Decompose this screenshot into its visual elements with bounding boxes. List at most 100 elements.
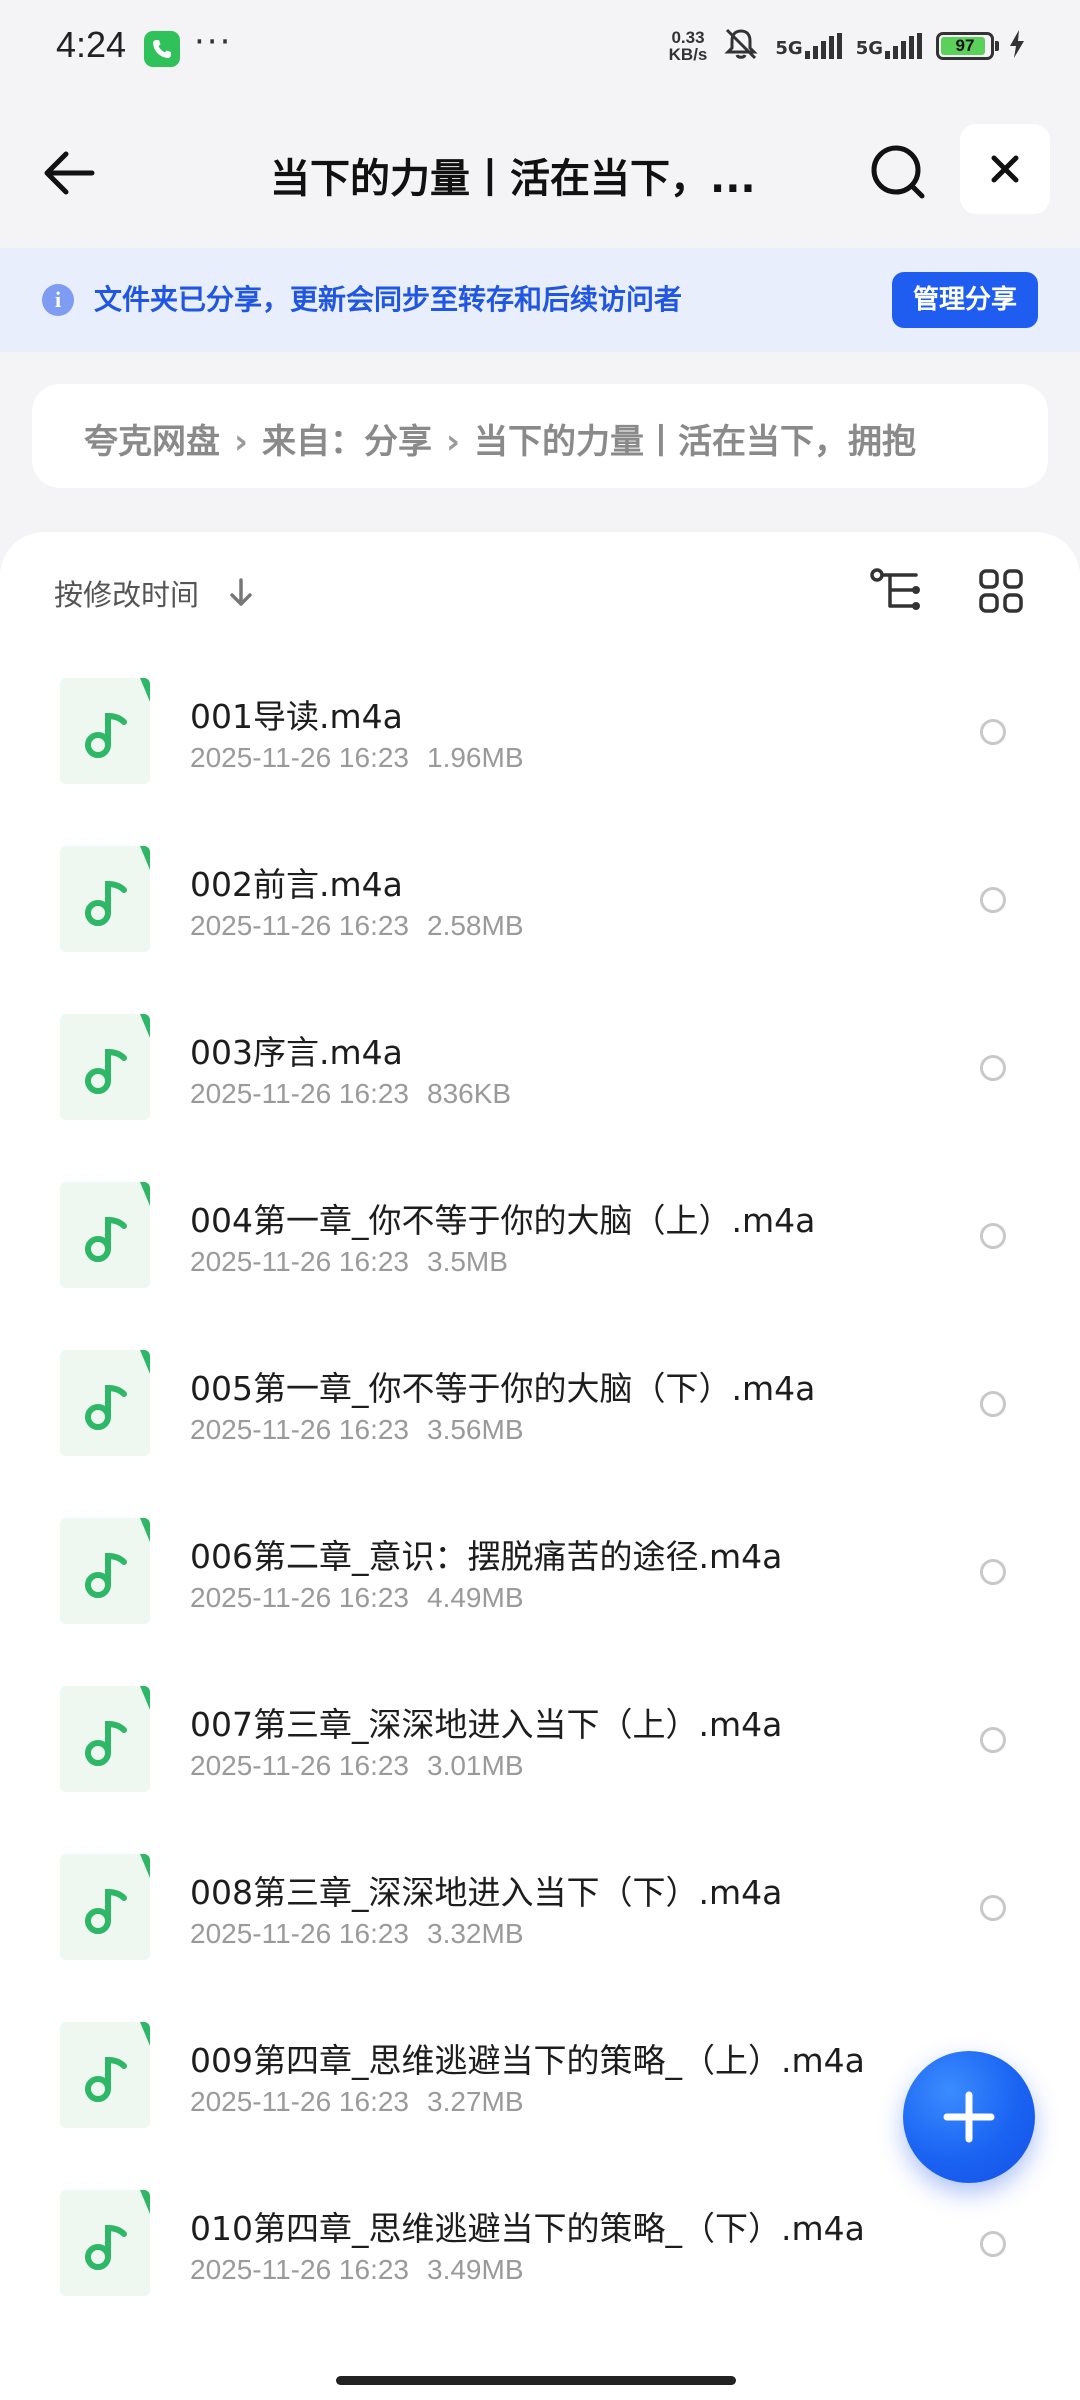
- file-list-item[interactable]: 006第二章_意识：摆脱痛苦的途径.m4a 2025-11-26 16:23 4.…: [0, 1488, 1080, 1656]
- file-meta: 2025-11-26 16:23 4.49MB: [190, 1582, 524, 1614]
- audio-file-icon: [60, 1182, 150, 1288]
- audio-file-icon: [60, 678, 150, 784]
- file-name: 007第三章_深深地进入当下（上）.m4a: [190, 1705, 783, 1744]
- file-meta: 2025-11-26 16:23 3.5MB: [190, 1246, 508, 1278]
- back-button[interactable]: [36, 138, 106, 208]
- file-name: 008第三章_深深地进入当下（下）.m4a: [190, 1873, 783, 1912]
- file-meta: 2025-11-26 16:23 1.96MB: [190, 742, 524, 774]
- file-name: 002前言.m4a: [190, 865, 403, 904]
- info-icon: i: [42, 284, 74, 316]
- file-name: 005第一章_你不等于你的大脑（下）.m4a: [190, 1369, 816, 1408]
- file-meta: 2025-11-26 16:23 3.01MB: [190, 1750, 524, 1782]
- file-size: 4.49MB: [427, 1582, 524, 1613]
- file-name: 006第二章_意识：摆脱痛苦的途径.m4a: [190, 1537, 783, 1576]
- mute-bell-icon: [721, 26, 761, 66]
- breadcrumb-separator: ›: [234, 422, 249, 462]
- sort-selector[interactable]: 按修改时间: [54, 572, 199, 614]
- grid-view-icon[interactable]: [978, 568, 1024, 614]
- signal-icon: 5G: [856, 33, 922, 59]
- file-list-item[interactable]: 005第一章_你不等于你的大脑（下）.m4a 2025-11-26 16:23 3…: [0, 1320, 1080, 1488]
- manage-share-button[interactable]: 管理分享: [892, 272, 1038, 328]
- page-title: 当下的力量丨活在当下，...: [270, 156, 756, 202]
- audio-file-icon: [60, 846, 150, 952]
- audio-file-icon: [60, 1518, 150, 1624]
- file-size: 3.01MB: [427, 1750, 524, 1781]
- select-radio[interactable]: [980, 1391, 1006, 1417]
- file-date: 2025-11-26 16:23: [190, 742, 409, 773]
- top-app-bar: 当下的力量丨活在当下，...: [0, 100, 1080, 250]
- battery-level: 97: [955, 36, 975, 55]
- file-list-item[interactable]: 001导读.m4a 2025-11-26 16:23 1.96MB: [0, 648, 1080, 816]
- audio-file-icon: [60, 1854, 150, 1960]
- file-date: 2025-11-26 16:23: [190, 1414, 409, 1445]
- file-meta: 2025-11-26 16:23 3.27MB: [190, 2086, 524, 2118]
- status-bar: 4:24 ··· 0.33 KB/s 5G 5G 97: [0, 0, 1080, 100]
- file-list-item[interactable]: 010第四章_思维逃避当下的策略_（下）.m4a 2025-11-26 16:2…: [0, 2160, 1080, 2328]
- select-radio[interactable]: [980, 1055, 1006, 1081]
- breadcrumb-item-root[interactable]: 夸克网盘: [84, 422, 220, 462]
- file-meta: 2025-11-26 16:23 3.32MB: [190, 1918, 524, 1950]
- add-button[interactable]: [903, 2051, 1035, 2183]
- close-icon: [991, 155, 1019, 183]
- file-size: 2.58MB: [427, 910, 524, 941]
- select-radio[interactable]: [980, 1223, 1006, 1249]
- share-banner-message: 文件夹已分享，更新会同步至转存和后续访问者: [94, 283, 683, 316]
- net-speed-value: 0.33: [671, 28, 705, 47]
- file-meta: 2025-11-26 16:23 3.56MB: [190, 1414, 524, 1446]
- file-name: 009第四章_思维逃避当下的策略_（上）.m4a: [190, 2041, 865, 2080]
- file-date: 2025-11-26 16:23: [190, 910, 409, 941]
- file-list-item[interactable]: 004第一章_你不等于你的大脑（上）.m4a 2025-11-26 16:23 3…: [0, 1152, 1080, 1320]
- file-date: 2025-11-26 16:23: [190, 2086, 409, 2117]
- file-meta: 2025-11-26 16:23 2.58MB: [190, 910, 524, 942]
- audio-file-icon: [60, 2190, 150, 2296]
- file-list-item[interactable]: 003序言.m4a 2025-11-26 16:23 836KB: [0, 984, 1080, 1152]
- file-list-item[interactable]: 002前言.m4a 2025-11-26 16:23 2.58MB: [0, 816, 1080, 984]
- select-radio[interactable]: [980, 887, 1006, 913]
- file-size: 836KB: [427, 1078, 512, 1109]
- file-size: 1.96MB: [427, 742, 524, 773]
- file-size: 3.27MB: [427, 2086, 524, 2117]
- arrow-left-icon: [44, 151, 95, 195]
- file-name: 001导读.m4a: [190, 697, 403, 736]
- file-list-item[interactable]: 007第三章_深深地进入当下（上）.m4a 2025-11-26 16:23 3.…: [0, 1656, 1080, 1824]
- file-date: 2025-11-26 16:23: [190, 1750, 409, 1781]
- file-list-item[interactable]: 008第三章_深深地进入当下（下）.m4a 2025-11-26 16:23 3.…: [0, 1824, 1080, 1992]
- file-date: 2025-11-26 16:23: [190, 1078, 409, 1109]
- audio-file-icon: [60, 1686, 150, 1792]
- breadcrumb-separator: ›: [446, 422, 461, 462]
- file-name: 004第一章_你不等于你的大脑（上）.m4a: [190, 1201, 816, 1240]
- signal-icon: 5G: [775, 33, 842, 59]
- charging-bolt-icon: [1008, 29, 1026, 63]
- net-speed-unit: KB/s: [668, 45, 708, 64]
- home-indicator[interactable]: [336, 2376, 736, 2385]
- search-icon: [871, 145, 925, 199]
- net-speed: 0.33 KB/s: [669, 29, 708, 63]
- select-radio[interactable]: [980, 1727, 1006, 1753]
- file-date: 2025-11-26 16:23: [190, 1918, 409, 1949]
- sim1-label: 5G: [775, 38, 803, 59]
- file-name: 010第四章_思维逃避当下的策略_（下）.m4a: [190, 2209, 865, 2248]
- select-radio[interactable]: [980, 1559, 1006, 1585]
- file-size: 3.32MB: [427, 1918, 524, 1949]
- file-meta: 2025-11-26 16:23 836KB: [190, 1078, 511, 1110]
- select-radio[interactable]: [980, 719, 1006, 745]
- close-button[interactable]: [960, 124, 1050, 214]
- phone-call-icon: [144, 31, 180, 67]
- battery-icon: 97: [936, 32, 999, 60]
- audio-file-icon: [60, 2022, 150, 2128]
- tree-view-icon[interactable]: [868, 566, 924, 616]
- select-radio[interactable]: [980, 2231, 1006, 2257]
- plus-icon: [943, 2091, 995, 2143]
- breadcrumb-item-current: 当下的力量丨活在当下，拥抱: [474, 422, 917, 462]
- file-date: 2025-11-26 16:23: [190, 1582, 409, 1613]
- status-right-group: 0.33 KB/s 5G 5G 97: [669, 26, 1026, 66]
- arrow-down-icon[interactable]: [226, 576, 256, 610]
- breadcrumb-item-shared[interactable]: 来自：分享: [262, 422, 432, 462]
- file-size: 3.5MB: [427, 1246, 508, 1277]
- share-banner: i 文件夹已分享，更新会同步至转存和后续访问者 管理分享: [0, 248, 1080, 352]
- select-radio[interactable]: [980, 1895, 1006, 1921]
- breadcrumb: 夸克网盘 › 来自：分享 › 当下的力量丨活在当下，拥抱: [32, 384, 1048, 488]
- audio-file-icon: [60, 1014, 150, 1120]
- status-time: 4:24: [56, 24, 127, 65]
- search-button[interactable]: [860, 134, 938, 212]
